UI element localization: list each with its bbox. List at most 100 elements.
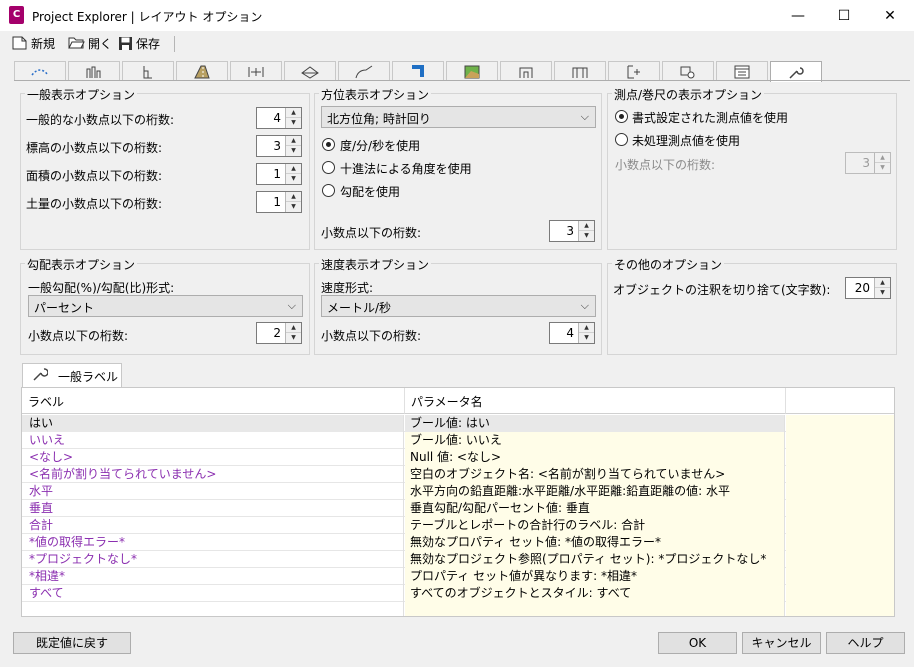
reset-defaults-button[interactable]: 既定値に戻す: [13, 632, 131, 654]
spin-down-icon[interactable]: ▼: [875, 163, 890, 173]
label-cell[interactable]: *プロジェクトなし*: [22, 551, 404, 568]
volume-decimals-label: 土量の小数点以下の桁数:: [26, 197, 163, 211]
grade-decimals-spinner[interactable]: 2 ▲ ▼: [256, 322, 302, 344]
label-cell[interactable]: 水平: [22, 483, 404, 500]
label-cell[interactable]: いいえ: [22, 432, 404, 449]
grade-format-label: 一般勾配(%)/勾配(比)形式:: [28, 281, 175, 295]
radio-decimal-degrees[interactable]: [322, 161, 335, 174]
param-cell: 無効なプロジェクト参照(プロパティ セット): *プロジェクトなし*: [405, 551, 785, 568]
tab-parcel[interactable]: [500, 61, 552, 81]
spin-up-icon[interactable]: ▲: [286, 108, 301, 118]
table-row[interactable]: <名前が割り当てられていません> 空白のオブジェクト名: <名前が割り当てられて…: [22, 466, 894, 483]
table-row[interactable]: 水平 水平方向の鉛直距離:水平距離/水平距離:鉛直距離の値: 水平: [22, 483, 894, 500]
tab-sample-line[interactable]: [662, 61, 714, 81]
help-button[interactable]: ヘルプ: [826, 632, 905, 654]
table-row[interactable]: 垂直 垂直勾配/勾配パーセント値: 垂直: [22, 500, 894, 517]
tab-structure[interactable]: [554, 61, 606, 81]
grade-display-title: 勾配表示オプション: [25, 256, 138, 273]
tab-grading[interactable]: [608, 61, 660, 81]
tab-point[interactable]: [446, 61, 498, 81]
spin-up-icon[interactable]: ▲: [286, 323, 301, 333]
tab-surface[interactable]: [284, 61, 336, 81]
minimize-button[interactable]: —: [775, 0, 821, 31]
tab-table[interactable]: [716, 61, 768, 81]
label-cell[interactable]: *相違*: [22, 568, 404, 585]
general-decimals-spinner[interactable]: 4 ▲ ▼: [256, 107, 302, 129]
radio-dms[interactable]: [322, 138, 335, 151]
cancel-button[interactable]: キャンセル: [742, 632, 821, 654]
spin-down-icon[interactable]: ▼: [579, 333, 594, 343]
column-header-label[interactable]: ラベル: [22, 388, 405, 414]
spin-up-icon[interactable]: ▲: [286, 164, 301, 174]
save-label: 保存: [136, 36, 161, 51]
spin-down-icon[interactable]: ▼: [875, 288, 890, 298]
tab-general-settings[interactable]: [770, 61, 822, 82]
station-decimals-spinner[interactable]: 3 ▲ ▼: [845, 152, 891, 174]
spin-up-icon[interactable]: ▲: [875, 153, 890, 163]
maximize-button[interactable]: ☐: [821, 0, 867, 31]
structure-icon: [572, 67, 588, 78]
volume-decimals-spinner[interactable]: 1 ▲ ▼: [256, 191, 302, 213]
tab-corridor[interactable]: [176, 61, 228, 81]
label-cell[interactable]: 垂直: [22, 500, 404, 517]
area-decimals-spinner[interactable]: 1 ▲ ▼: [256, 163, 302, 185]
label-cell[interactable]: 合計: [22, 517, 404, 534]
open-button[interactable]: 開く: [68, 33, 112, 53]
radio-grade-label: 勾配を使用: [340, 185, 401, 199]
tab-pressure-network[interactable]: [392, 61, 444, 81]
param-cell-empty: [405, 602, 785, 616]
label-cell[interactable]: すべて: [22, 585, 404, 602]
speed-decimals-label: 小数点以下の桁数:: [321, 329, 422, 343]
label-cell[interactable]: <なし>: [22, 449, 404, 466]
spin-down-icon[interactable]: ▼: [286, 174, 301, 184]
table-row[interactable]: *プロジェクトなし* 無効なプロジェクト参照(プロパティ セット): *プロジェ…: [22, 551, 894, 568]
spin-down-icon[interactable]: ▼: [286, 333, 301, 343]
spin-up-icon[interactable]: ▲: [579, 221, 594, 231]
spin-up-icon[interactable]: ▲: [286, 136, 301, 146]
grade-format-dropdown[interactable]: パーセント ⌵: [28, 295, 303, 317]
spin-up-icon[interactable]: ▲: [579, 323, 594, 333]
spin-down-icon[interactable]: ▼: [286, 146, 301, 156]
spin-down-icon[interactable]: ▼: [579, 231, 594, 241]
label-cell[interactable]: <名前が割り当てられていません>: [22, 466, 404, 483]
radio-decimal-degrees-label: 十進法による角度を使用: [340, 162, 472, 176]
speed-decimals-spinner[interactable]: 4 ▲ ▼: [549, 322, 595, 344]
table-row[interactable]: いいえ ブール値: いいえ: [22, 432, 894, 449]
spin-up-icon[interactable]: ▲: [875, 278, 890, 288]
column-header-param[interactable]: パラメータ名: [405, 388, 786, 414]
label-cell[interactable]: *値の取得エラー*: [22, 534, 404, 551]
spin-down-icon[interactable]: ▼: [286, 118, 301, 128]
surface-icon: [301, 65, 319, 79]
empty-cell: [786, 602, 894, 616]
table-row[interactable]: はい ブール値: はい: [22, 415, 894, 432]
parcel-icon: [519, 67, 533, 78]
speed-format-dropdown[interactable]: メートル/秒 ⌵: [321, 295, 596, 317]
bearing-decimals-spinner[interactable]: 3 ▲ ▼: [549, 220, 595, 242]
ok-button[interactable]: OK: [658, 632, 737, 654]
label-cell[interactable]: はい: [22, 415, 404, 432]
table-row[interactable]: <なし> Null 値: <なし>: [22, 449, 894, 466]
radio-grade[interactable]: [322, 184, 335, 197]
bearing-format-dropdown[interactable]: 北方位角; 時計回り ⌵: [321, 106, 596, 128]
save-button[interactable]: 保存: [118, 33, 160, 53]
empty-cell: [786, 432, 894, 449]
tab-alignment[interactable]: [14, 61, 66, 81]
close-button[interactable]: ✕: [867, 0, 913, 31]
tab-profile[interactable]: [68, 61, 120, 81]
table-row[interactable]: *値の取得エラー* 無効なプロパティ セット値: *値の取得エラー*: [22, 534, 894, 551]
table-row[interactable]: 合計 テーブルとレポートの合計行のラベル: 合計: [22, 517, 894, 534]
radio-formatted-station[interactable]: [615, 110, 628, 123]
empty-cell: [786, 585, 894, 602]
truncate-spinner[interactable]: 20 ▲ ▼: [845, 277, 891, 299]
radio-raw-station[interactable]: [615, 133, 628, 146]
wrench-icon: [33, 368, 48, 381]
tab-profile-view[interactable]: [122, 61, 174, 81]
spin-down-icon[interactable]: ▼: [286, 202, 301, 212]
tab-assembly[interactable]: [230, 61, 282, 81]
table-row[interactable]: すべて すべてのオブジェクトとスタイル: すべて: [22, 585, 894, 602]
elevation-decimals-spinner[interactable]: 3 ▲ ▼: [256, 135, 302, 157]
tab-pipe-network[interactable]: [338, 61, 390, 81]
table-row[interactable]: *相違* プロパティ セット値が異なります: *相違*: [22, 568, 894, 585]
new-button[interactable]: 新規: [12, 33, 55, 53]
spin-up-icon[interactable]: ▲: [286, 192, 301, 202]
